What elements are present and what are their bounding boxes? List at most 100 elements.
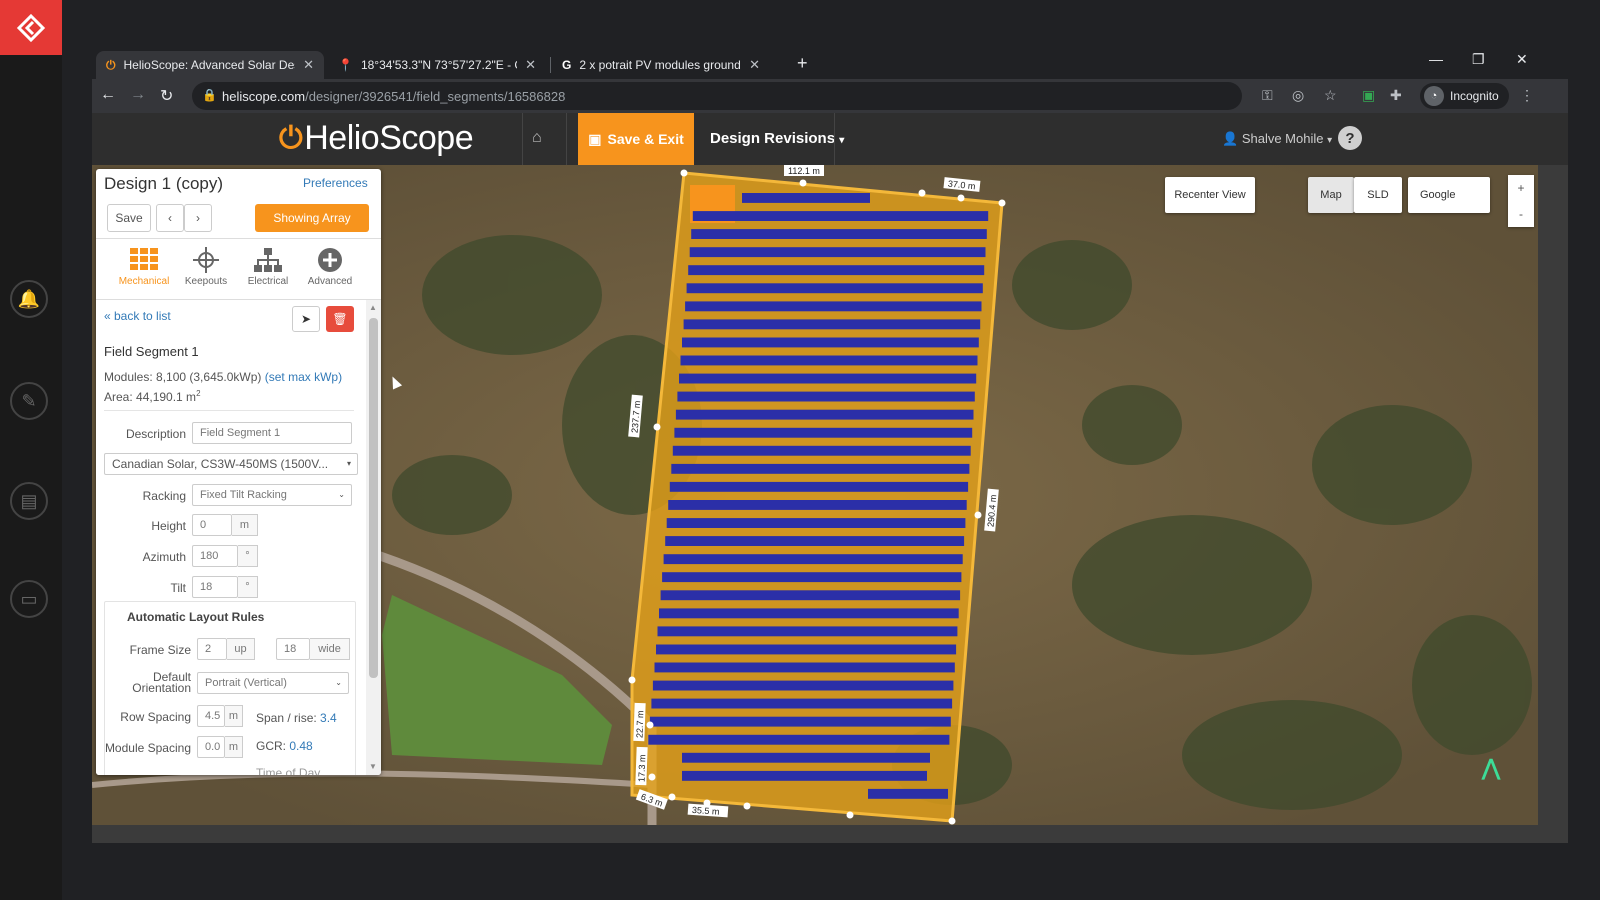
incognito-badge[interactable]: ◔ Incognito [1420, 83, 1509, 109]
back-arrow-icon[interactable]: ← [100, 86, 116, 104]
tab-label: Electrical [247, 276, 289, 287]
tab-electrical[interactable]: Electrical [238, 246, 298, 287]
scroll-down-icon[interactable]: ▼ [369, 762, 377, 771]
redo-button[interactable]: › [184, 204, 212, 232]
undo-button[interactable]: ‹ [156, 204, 184, 232]
home-icon[interactable]: ⌂ [532, 129, 542, 147]
caret-down-icon: ▾ [839, 135, 845, 146]
back-to-list-link[interactable]: « back to list [104, 309, 171, 323]
map-view-button[interactable]: Map [1308, 177, 1354, 213]
app-logo-icon[interactable] [0, 0, 62, 55]
google-layer-select[interactable]: Google [1408, 177, 1490, 213]
racking-label: Racking [142, 489, 186, 503]
area-text: Area: 44,190.1 m [104, 390, 197, 404]
scroll-up-icon[interactable]: ▲ [369, 303, 377, 312]
module-select[interactable]: Canadian Solar, CS3W-450MS (1500V... ▾ [104, 453, 358, 475]
azimuth-unit: ° [238, 545, 258, 567]
kebab-menu-icon[interactable]: ⋮ [1520, 87, 1534, 104]
extension-icon[interactable]: ▣ [1362, 87, 1375, 104]
frame-wide-unit: wide [310, 638, 350, 660]
close-icon[interactable]: ✕ [749, 57, 760, 73]
tab-label: Keepouts [184, 276, 228, 287]
map-pin-icon: 📍 [338, 58, 353, 72]
save-exit-button[interactable]: ▣ Save & Exit [578, 113, 694, 165]
frame-wide-input[interactable]: 18 [276, 638, 310, 660]
module-row [662, 572, 962, 583]
dim-label-bottom: 35.5 m [692, 805, 720, 817]
puzzle-icon[interactable]: ✚ [1390, 87, 1402, 104]
module-row [654, 662, 955, 673]
window-close-button[interactable]: ✕ [1516, 51, 1528, 68]
bell-icon[interactable]: 🔔 [10, 280, 48, 318]
caret-down-icon: ▾ [346, 459, 351, 468]
close-icon[interactable]: ✕ [303, 57, 314, 73]
module-row [742, 193, 870, 203]
row-spacing-unit: m [225, 705, 243, 727]
star-icon[interactable]: ☆ [1324, 87, 1337, 104]
tab-title: 2 x potrait PV modules ground m [579, 58, 742, 72]
reload-icon[interactable]: ↻ [160, 86, 173, 106]
recenter-view-button[interactable]: Recenter View [1165, 177, 1255, 213]
azimuth-input[interactable]: 180 [192, 545, 238, 567]
url-input[interactable]: 🔒 heliscope.com/designer/3926541/field_s… [192, 82, 1242, 110]
design-name: Design 1 (copy) [104, 174, 224, 193]
key-icon[interactable]: ⚿ [1262, 87, 1273, 104]
description-input[interactable]: Field Segment 1 [192, 422, 352, 444]
panel-scrollbar[interactable]: ▲ ▼ [366, 300, 381, 775]
app-header: ⏻ HelioScope ⌂ ▣ Save & Exit Design Revis… [92, 113, 1568, 165]
hierarchy-icon [254, 248, 282, 272]
height-input[interactable]: 0 [192, 514, 232, 536]
restore-button[interactable]: ❐ [1472, 51, 1485, 68]
module-spacing-input[interactable]: 0.0 [197, 736, 225, 758]
pin-icon[interactable]: ✎ [10, 382, 48, 420]
frame-up-input[interactable]: 2 [197, 638, 227, 660]
tab-google-search[interactable]: G 2 x potrait PV modules ground m ✕ [552, 51, 770, 79]
url-host: heliscope.com [222, 88, 306, 104]
incognito-label: Incognito [1450, 89, 1499, 103]
module-spacing-unit: m [225, 736, 243, 758]
divider [834, 113, 835, 165]
zoom-out-button[interactable]: - [1519, 207, 1523, 221]
eye-off-icon[interactable]: ◎ [1292, 87, 1304, 104]
tab-keepouts[interactable]: Keepouts [176, 246, 236, 287]
plus-circle-icon [318, 248, 342, 272]
tab-google-maps[interactable]: 📍 18°34'53.3"N 73°57'27.2"E - Goo ✕ [328, 51, 546, 79]
module-row [656, 644, 957, 655]
set-max-kwp-link[interactable]: (set max kWp) [265, 370, 342, 384]
new-tab-button[interactable]: + [797, 53, 808, 74]
orientation-label: Default Orientation [104, 671, 191, 694]
book-icon[interactable]: ▤ [10, 482, 48, 520]
divider [104, 410, 354, 411]
preferences-link[interactable]: Preferences [303, 176, 368, 190]
brand-logo[interactable]: ⏻ HelioScope [279, 119, 474, 158]
delete-button[interactable]: 🗑 [326, 306, 354, 332]
tab-helioscope[interactable]: ⏻ HelioScope: Advanced Solar Desi ✕ [96, 51, 324, 79]
forward-arrow-icon[interactable]: → [130, 86, 146, 104]
zoom-in-button[interactable]: + [1517, 181, 1524, 195]
zoom-control[interactable]: + - [1508, 175, 1534, 227]
help-button[interactable]: ? [1338, 126, 1362, 150]
present-icon[interactable]: ▭ [10, 580, 48, 618]
modules-summary: Modules: 8,100 (3,645.0kWp) (set max kWp… [104, 370, 342, 384]
height-unit: m [232, 514, 258, 536]
minimize-button[interactable]: — [1429, 51, 1443, 67]
scroll-thumb[interactable] [369, 318, 378, 678]
sld-view-button[interactable]: SLD [1354, 177, 1402, 213]
row-spacing-input[interactable]: 4.5 [197, 705, 225, 727]
module-select-value: Canadian Solar, CS3W-450MS (1500V... [112, 457, 329, 471]
module-row [663, 554, 963, 565]
tilt-input[interactable]: 18 [192, 576, 238, 598]
design-revisions-dropdown[interactable]: Design Revisions ▾ [710, 130, 844, 147]
close-icon[interactable]: ✕ [525, 57, 536, 73]
tab-title: HelioScope: Advanced Solar Desi [123, 58, 296, 72]
showing-array-button[interactable]: Showing Array [255, 204, 369, 232]
save-button[interactable]: Save [107, 204, 151, 232]
frame-up-unit: up [227, 638, 255, 660]
user-menu[interactable]: 👤 Shalve Mohile ▾ [1222, 131, 1332, 147]
locate-button[interactable]: ➤ [292, 306, 320, 332]
orientation-select[interactable]: Portrait (Vertical) ⌄ [197, 672, 349, 694]
racking-select[interactable]: Fixed Tilt Racking ⌄ [192, 484, 352, 506]
tab-mechanical[interactable]: Mechanical [114, 246, 174, 287]
tab-advanced[interactable]: Advanced [300, 246, 360, 287]
gcr-value: 0.48 [289, 739, 313, 753]
